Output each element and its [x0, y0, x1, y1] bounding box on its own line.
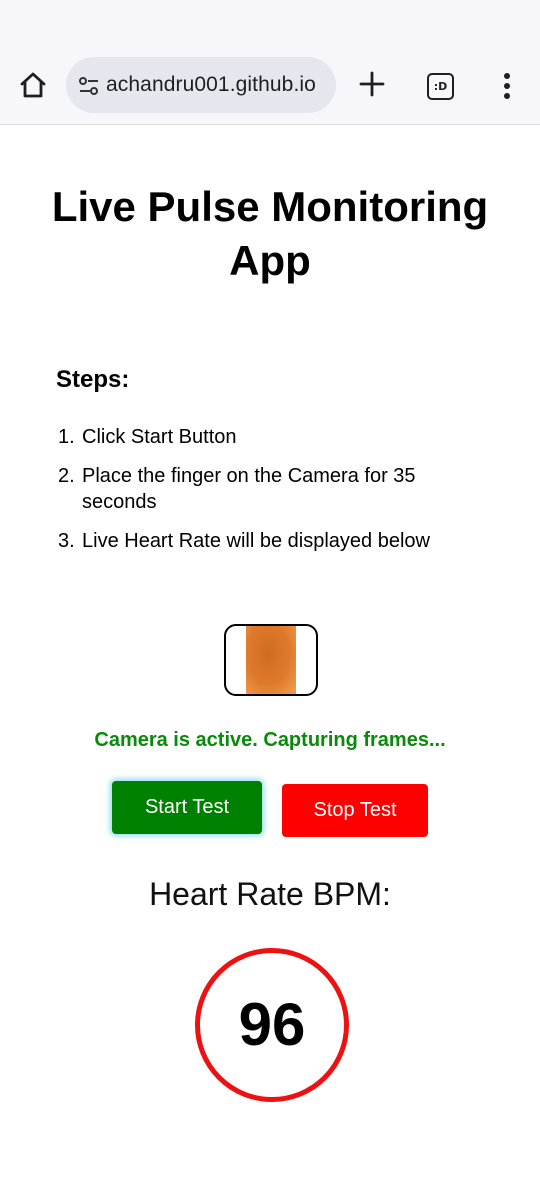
step-item: 1. Click Start Button: [58, 424, 488, 450]
more-vert-icon: [504, 73, 510, 99]
home-icon: [20, 72, 46, 98]
menu-button[interactable]: [496, 70, 518, 102]
tune-icon[interactable]: [78, 75, 100, 97]
step-number: 1.: [58, 426, 75, 448]
tab-switcher-icon: :D: [427, 73, 454, 100]
heart-rate-ring: 96: [195, 948, 349, 1102]
step-text: Click Start Button: [82, 426, 237, 448]
steps-list: 1. Click Start Button 2. Place the finge…: [58, 424, 488, 567]
start-test-button[interactable]: Start Test: [112, 781, 262, 834]
home-button[interactable]: [16, 68, 50, 102]
camera-preview: [224, 624, 318, 696]
browser-toolbar: achandru001.github.io :D: [0, 0, 540, 125]
url-text[interactable]: achandru001.github.io: [106, 73, 316, 97]
step-text: Place the finger on the Camera for 35 se…: [82, 465, 416, 513]
steps-heading: Steps:: [56, 366, 130, 393]
step-item: 3. Live Heart Rate will be displayed bel…: [58, 528, 488, 554]
stop-test-button[interactable]: Stop Test: [282, 784, 428, 837]
camera-feed: [246, 626, 296, 694]
address-bar[interactable]: achandru001.github.io: [66, 57, 336, 113]
step-item: 2. Place the finger on the Camera for 35…: [58, 463, 488, 515]
heart-rate-value: 96: [238, 991, 306, 1058]
step-number: 2.: [58, 465, 75, 487]
heart-rate-label: Heart Rate BPM:: [149, 876, 391, 912]
step-number: 3.: [58, 530, 75, 552]
page-title: Live Pulse Monitoring App: [51, 183, 489, 284]
plus-icon: [359, 71, 385, 97]
tab-switcher-button[interactable]: :D: [425, 71, 455, 101]
step-text: Live Heart Rate will be displayed below: [82, 530, 430, 552]
camera-status-message: Camera is active. Capturing frames...: [94, 729, 446, 751]
new-tab-button[interactable]: [356, 68, 388, 100]
